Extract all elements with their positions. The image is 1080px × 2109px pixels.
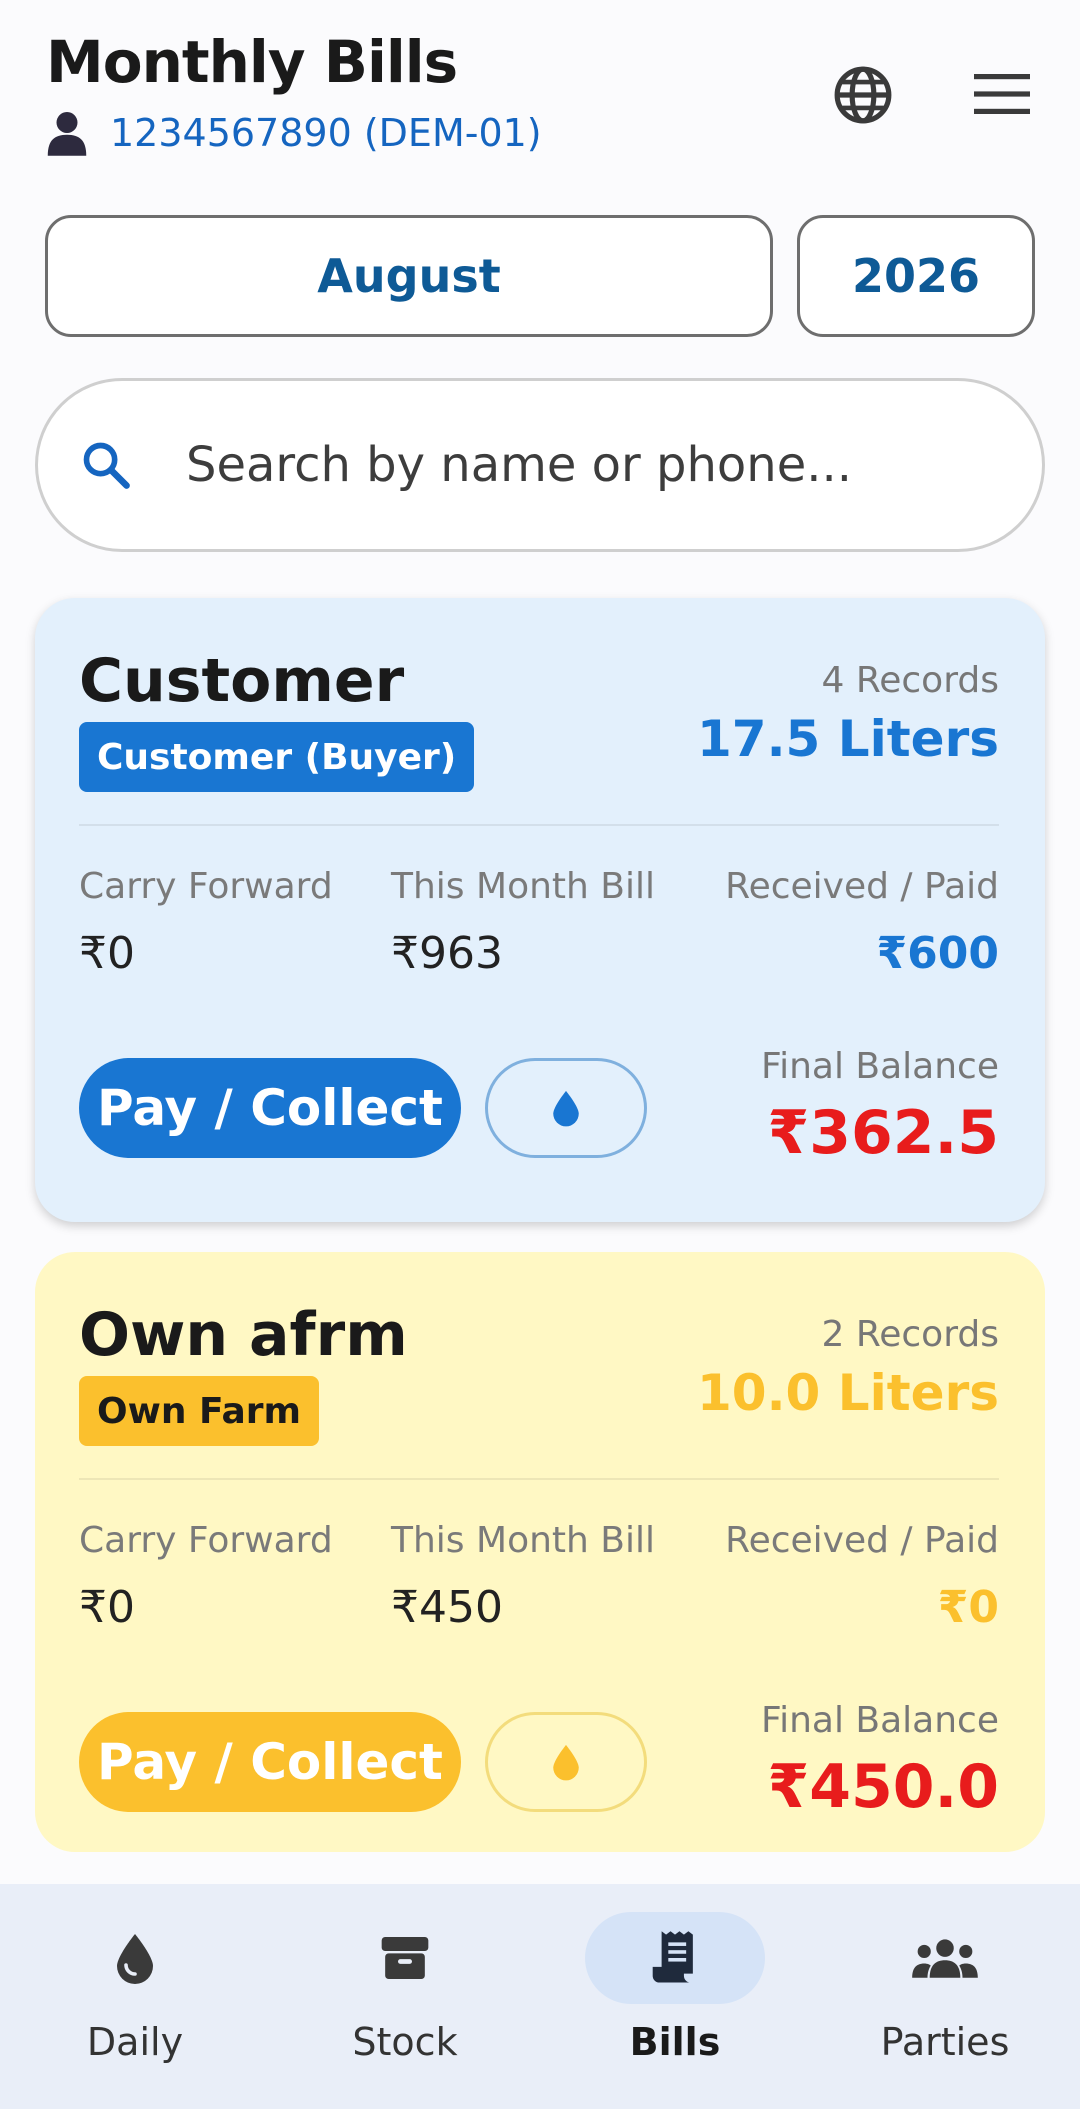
search-bar[interactable]: [35, 378, 1045, 552]
party-name: Own afrm: [79, 1300, 408, 1370]
this-month-bill-value: ₹963: [391, 928, 503, 979]
nav-bills-label: Bills: [629, 2020, 721, 2064]
archive-box-icon: [381, 1937, 429, 1979]
final-balance-value: ₹450.0: [767, 1752, 999, 1822]
nav-parties-label: Parties: [880, 2020, 1010, 2064]
nav-stock-label: Stock: [352, 2020, 458, 2064]
milk-entry-button[interactable]: [485, 1058, 647, 1158]
final-balance-label: Final Balance: [761, 1700, 999, 1741]
group-icon: [912, 1939, 978, 1978]
milk-entry-button[interactable]: [485, 1712, 647, 1812]
received-paid-label: Received / Paid: [725, 1520, 999, 1561]
app-root: Monthly Bills 1234567890 (DEM-01) August…: [0, 0, 1080, 2109]
search-icon: [83, 442, 130, 489]
nav-bills-pill: [585, 1912, 765, 2004]
divider: [79, 824, 999, 826]
nav-stock-pill: [315, 1912, 495, 2004]
header: Monthly Bills 1234567890 (DEM-01): [46, 28, 1080, 168]
menu-icon[interactable]: [974, 74, 1030, 114]
received-paid-value: ₹0: [937, 1582, 999, 1633]
carry-forward-value: ₹0: [79, 1582, 135, 1633]
user-info: 1234567890 (DEM-01): [46, 110, 542, 156]
this-month-bill-label: This Month Bill: [391, 1520, 655, 1561]
nav-parties-pill: [855, 1912, 1035, 2004]
nav-parties[interactable]: Parties: [810, 1884, 1080, 2109]
page-title: Monthly Bills: [46, 28, 458, 96]
nav-daily-label: Daily: [86, 2020, 184, 2064]
water-drop-icon: [553, 1091, 579, 1127]
year-selector[interactable]: 2026: [797, 215, 1035, 337]
carry-forward-label: Carry Forward: [79, 1520, 333, 1561]
water-drop-icon: [553, 1745, 579, 1781]
nav-bills[interactable]: Bills: [540, 1884, 810, 2109]
carry-forward-label: Carry Forward: [79, 866, 333, 907]
water-drop-icon: [117, 1934, 153, 1984]
user-id: 1234567890 (DEM-01): [110, 111, 542, 155]
divider: [79, 1478, 999, 1480]
month-selector[interactable]: August: [45, 215, 773, 337]
carry-forward-value: ₹0: [79, 928, 135, 979]
pay-collect-button[interactable]: Pay / Collect: [79, 1712, 461, 1812]
liters-total: 17.5 Liters: [696, 710, 999, 768]
this-month-bill-value: ₹450: [391, 1582, 503, 1633]
records-count: 4 Records: [821, 660, 1000, 701]
bottom-navigation: Daily Stock Bills Parties: [0, 1884, 1080, 2109]
pay-collect-button[interactable]: Pay / Collect: [79, 1058, 461, 1158]
nav-stock[interactable]: Stock: [270, 1884, 540, 2109]
person-icon: [47, 112, 87, 156]
nav-daily-pill: [45, 1912, 225, 2004]
received-paid-label: Received / Paid: [725, 866, 999, 907]
globe-icon[interactable]: [832, 64, 894, 126]
search-input[interactable]: [186, 437, 986, 493]
final-balance-label: Final Balance: [761, 1046, 999, 1087]
received-paid-value: ₹600: [876, 928, 999, 979]
party-type-badge: Customer (Buyer): [79, 722, 475, 792]
party-type-badge: Own Farm: [79, 1376, 320, 1446]
final-balance-value: ₹362.5: [767, 1098, 999, 1168]
records-count: 2 Records: [821, 1314, 1000, 1355]
this-month-bill-label: This Month Bill: [391, 866, 655, 907]
nav-daily[interactable]: Daily: [0, 1884, 270, 2109]
party-name: Customer: [79, 646, 405, 716]
receipt-icon: [652, 1931, 693, 1983]
party-card-customer[interactable]: Customer Customer (Buyer) 4 Records 17.5…: [35, 598, 1045, 1222]
liters-total: 10.0 Liters: [696, 1364, 999, 1422]
party-card-own-farm[interactable]: Own afrm Own Farm 2 Records 10.0 Liters …: [35, 1252, 1045, 1852]
